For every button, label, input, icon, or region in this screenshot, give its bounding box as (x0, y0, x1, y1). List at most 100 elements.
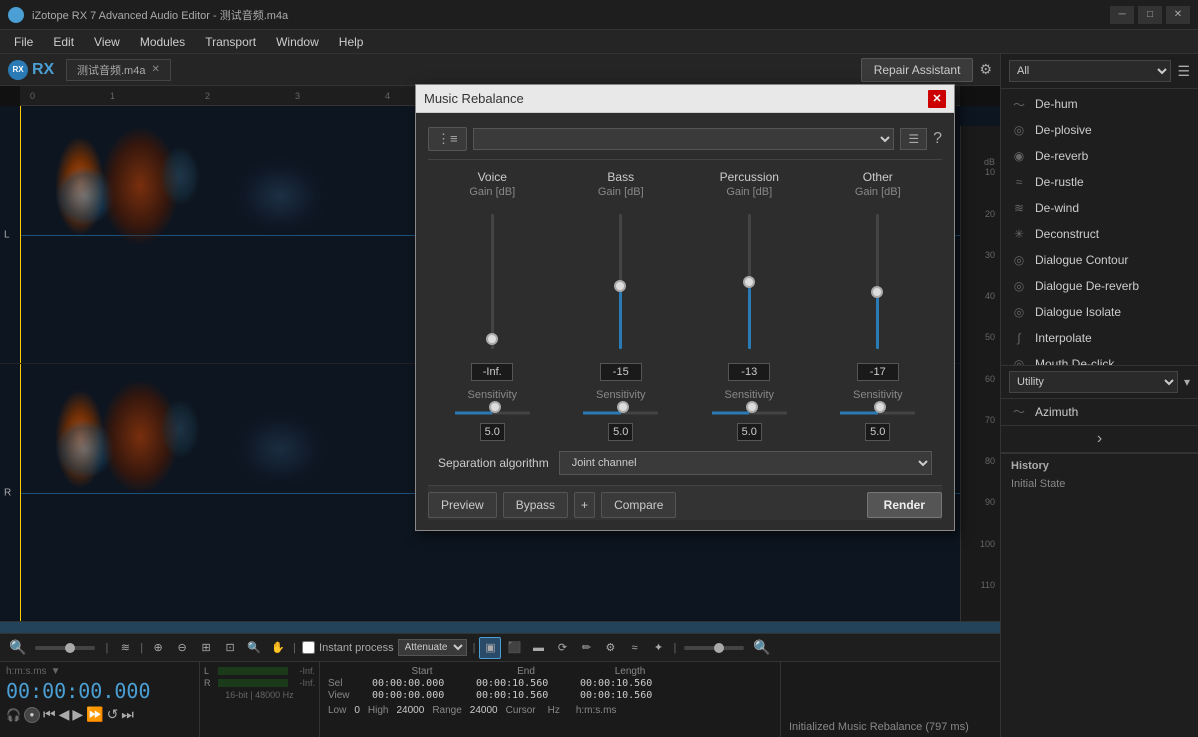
waveform-mode-button[interactable]: ≋ (114, 637, 136, 659)
zoom-in-time[interactable]: ⊕ (147, 637, 169, 659)
module-item-de-wind[interactable]: ≋ De-wind (1001, 195, 1198, 221)
dialog-preset-select[interactable] (473, 128, 895, 150)
magic-wand[interactable]: ✦ (647, 637, 669, 659)
voice-slider-thumb[interactable] (486, 333, 498, 345)
brush-tool[interactable]: ✏ (575, 637, 597, 659)
dialog-help-button[interactable]: ? (933, 130, 942, 148)
azimuth-item[interactable]: 〜 Azimuth (1001, 399, 1198, 426)
next-button[interactable]: ⏩ (86, 706, 103, 723)
module-item-de-hum[interactable]: 〜 De-hum (1001, 91, 1198, 117)
other-sens-thumb[interactable] (874, 401, 886, 413)
menu-file[interactable]: File (4, 30, 43, 54)
skip-back-button[interactable]: ⏮ (43, 706, 56, 723)
zoom-fit[interactable]: ⊞ (195, 637, 217, 659)
transport-controls: 🎧 ● ⏮ ◀ ▶ ⏩ ↺ ⏭ (6, 706, 193, 723)
bass-sens-thumb[interactable] (617, 401, 629, 413)
hand-tool[interactable]: ✋ (267, 637, 289, 659)
menu-transport[interactable]: Transport (195, 30, 266, 54)
history-initial-state[interactable]: Initial State (1011, 476, 1188, 492)
right-panel-menu-icon[interactable]: ☰ (1177, 63, 1190, 80)
harm-select-tool[interactable]: ⟳ (551, 637, 573, 659)
module-item-dialogue-isolate[interactable]: ◎ Dialogue Isolate (1001, 299, 1198, 325)
time-value: 00:00:00.000 (6, 679, 193, 703)
bass-slider-thumb[interactable] (614, 280, 626, 292)
rect-select-tool[interactable]: ▣ (479, 637, 501, 659)
voice-sens-slider[interactable] (455, 405, 530, 421)
scroll-thumb[interactable] (0, 622, 1000, 633)
dialog-eq-button[interactable]: ⋮≡ (428, 127, 467, 151)
module-item-interpolate[interactable]: ∫ Interpolate (1001, 325, 1198, 351)
other-sens-slider[interactable] (840, 405, 915, 421)
process-mode-select[interactable]: Attenuate (398, 639, 467, 656)
dialog-preset-menu[interactable]: ☰ (900, 128, 927, 150)
zoom-out-time[interactable]: ⊖ (171, 637, 193, 659)
menu-help[interactable]: Help (329, 30, 374, 54)
preview-button[interactable]: Preview (428, 492, 497, 518)
percussion-sensitivity: Sensitivity 5.0 (694, 389, 804, 441)
dialog-close-button[interactable]: ✕ (928, 90, 946, 108)
bass-slider-track (619, 214, 622, 349)
time-select-tool[interactable]: ⬛ (503, 637, 525, 659)
module-item-deconstruct[interactable]: ✳ Deconstruct (1001, 221, 1198, 247)
maximize-button[interactable]: □ (1138, 6, 1162, 24)
minimize-button[interactable]: ─ (1110, 6, 1134, 24)
repair-assistant-button[interactable]: Repair Assistant (861, 58, 974, 82)
menu-modules[interactable]: Modules (130, 30, 195, 54)
voice-sens-thumb[interactable] (489, 401, 501, 413)
module-item-de-rustle[interactable]: ≈ De-rustle (1001, 169, 1198, 195)
sep-algo-select[interactable]: Joint channel Independent channel (559, 451, 932, 475)
position-info: Start End Length Sel 00:00:00.000 00:00:… (320, 662, 780, 737)
menu-window[interactable]: Window (266, 30, 329, 54)
zoom-out-button[interactable]: 🔍 (6, 639, 29, 656)
percussion-slider-thumb[interactable] (743, 276, 755, 288)
expand-icon[interactable]: › (1097, 430, 1102, 448)
play-button[interactable]: ▶ (72, 706, 83, 723)
module-item-dialogue-de-reverb[interactable]: ◎ Dialogue De-reverb (1001, 273, 1198, 299)
freq-zoom-slider[interactable] (684, 646, 744, 650)
zoom-sel[interactable]: ⊡ (219, 637, 241, 659)
plus-button[interactable]: + (574, 492, 595, 518)
record-button[interactable]: ● (24, 707, 40, 723)
playhead-r (20, 364, 21, 621)
search-tool[interactable]: 🔍 (243, 637, 265, 659)
perc-sens-thumb[interactable] (746, 401, 758, 413)
percussion-slider-container (734, 204, 764, 359)
compare-button[interactable]: Compare (601, 492, 676, 518)
module-item-de-plosive[interactable]: ◎ De-plosive (1001, 117, 1198, 143)
module-item-mouth-de-click[interactable]: ◎ Mouth De-click (1001, 351, 1198, 365)
zoom-max-button[interactable]: 🔍 (750, 639, 773, 656)
utility-expand-icon[interactable]: ▾ (1184, 375, 1190, 389)
module-item-de-reverb[interactable]: ◉ De-reverb (1001, 143, 1198, 169)
menu-view[interactable]: View (84, 30, 130, 54)
de-reverb-label: De-reverb (1035, 149, 1088, 163)
settings-icon[interactable]: ⚙ (979, 61, 992, 78)
headphone-button[interactable]: 🎧 (6, 708, 21, 722)
dialogue-de-reverb-label: Dialogue De-reverb (1035, 279, 1139, 293)
menu-edit[interactable]: Edit (43, 30, 84, 54)
skip-end-button[interactable]: ⏭ (121, 706, 134, 723)
tab-close-icon[interactable]: ✕ (151, 64, 159, 75)
eraser-tool[interactable]: ⚙ (599, 637, 621, 659)
perc-sens-value: 5.0 (737, 423, 762, 441)
meter-l-row: L -Inf. (204, 666, 315, 676)
render-button[interactable]: Render (867, 492, 942, 518)
bass-sens-slider[interactable] (583, 405, 658, 421)
freq-select-tool[interactable]: ▬ (527, 637, 549, 659)
zoom-slider[interactable] (35, 646, 95, 650)
waveform-scrollbar[interactable] (0, 621, 1000, 633)
utility-select[interactable]: Utility (1009, 371, 1178, 393)
bypass-button[interactable]: Bypass (503, 492, 568, 518)
spectro-blob-r-5 (230, 409, 330, 489)
channel-sliders: Voice Gain [dB] -Inf. Bass Gain [dB] (428, 170, 942, 381)
module-filter-select[interactable]: All (1009, 60, 1171, 82)
module-item-dialogue-contour[interactable]: ◎ Dialogue Contour (1001, 247, 1198, 273)
perc-sens-slider[interactable] (712, 405, 787, 421)
file-tab[interactable]: 测试音频.m4a ✕ (66, 59, 171, 81)
view-label: View (328, 690, 368, 701)
lasso-tool[interactable]: ≈ (623, 637, 645, 659)
instant-process-checkbox[interactable] (302, 641, 315, 654)
loop-button[interactable]: ↺ (107, 706, 119, 723)
other-slider-thumb[interactable] (871, 286, 883, 298)
close-button[interactable]: ✕ (1166, 6, 1190, 24)
prev-button[interactable]: ◀ (59, 706, 70, 723)
